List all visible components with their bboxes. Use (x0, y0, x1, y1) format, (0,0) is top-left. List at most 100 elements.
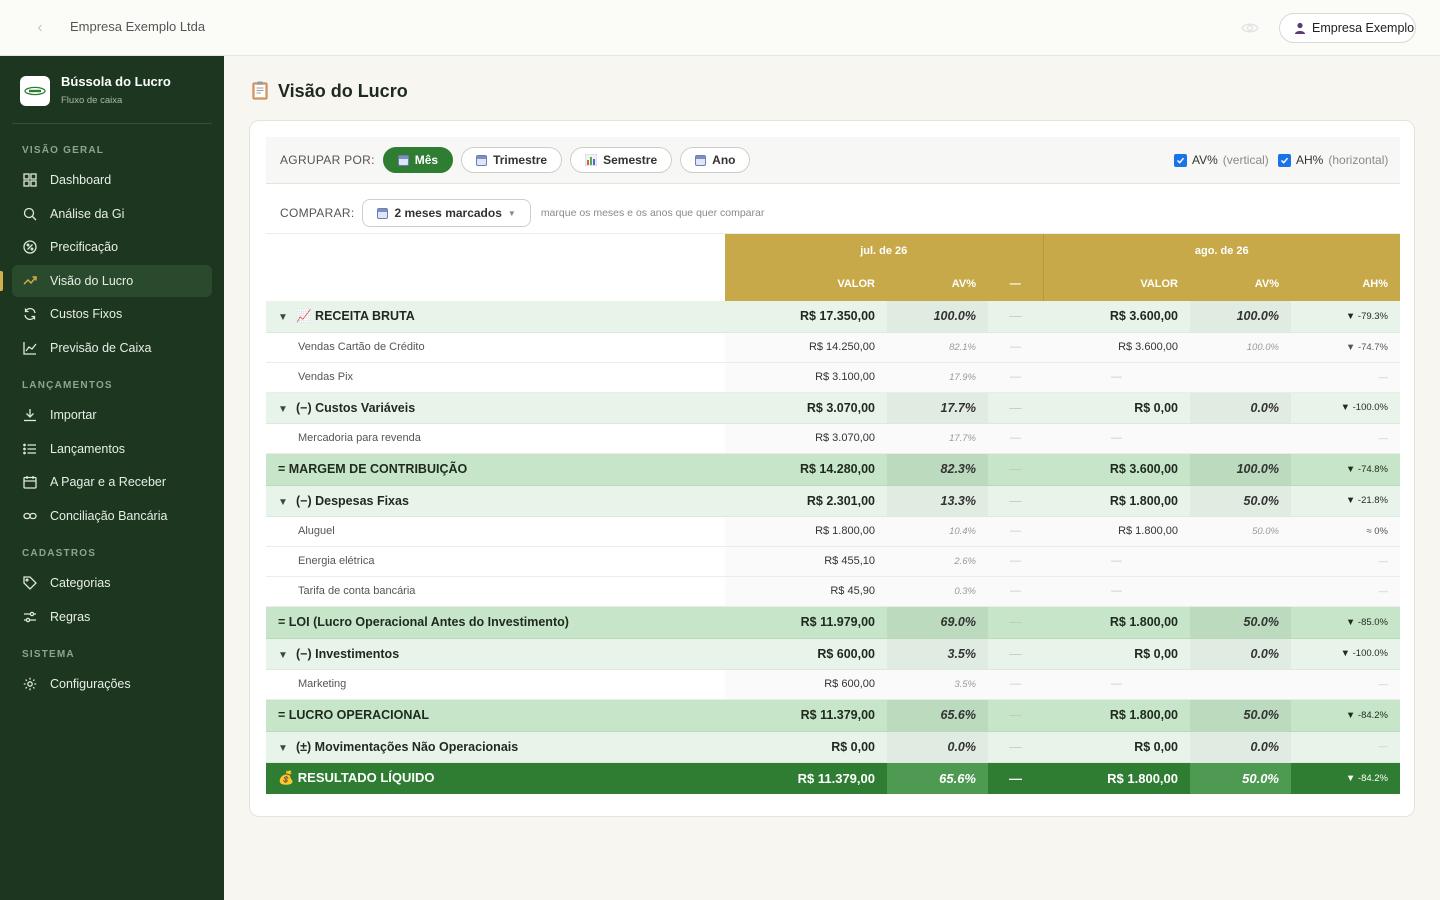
dash-cell: — (988, 669, 1043, 700)
value-cell: R$ 3.100,00 (725, 362, 887, 393)
sidebar: Bússola do Lucro Fluxo de caixa VISÃO GE… (0, 56, 224, 900)
group-row[interactable]: ▼ (−) Custos Variáveis R$ 3.070,00 17.7% — R$… (266, 392, 1401, 424)
ah-checkbox[interactable]: AH% (horizontal) (1278, 153, 1388, 167)
value-cell: R$ 17.350,00 (725, 301, 887, 333)
sidebar-item-pagar-receber[interactable]: A Pagar e a Receber (12, 466, 212, 498)
sidebar-item-importar[interactable]: Importar (12, 399, 212, 431)
av-cell: 65.6% (887, 699, 988, 732)
col-av: AV% (887, 267, 988, 301)
av-cell: 100.0% (1190, 301, 1291, 333)
ah-cell: ▼ -74.7% (1291, 332, 1401, 363)
table-row: Tarifa de conta bancária R$ 45,90 0.3% — — — (266, 576, 1401, 607)
av-checkbox[interactable]: AV% (vertical) (1174, 153, 1269, 167)
sidebar-item-configuracoes[interactable]: Configurações (12, 668, 212, 700)
row-label-cell: Tarifa de conta bancária (266, 576, 725, 607)
group-option-mes[interactable]: Mês (382, 147, 454, 173)
value-cell: R$ 3.600,00 (1043, 332, 1190, 363)
user-menu-button[interactable]: Empresa Exemplo (1279, 13, 1416, 43)
profit-table: jul. de 26 ago. de 26 VALOR AV% — VALOR … (266, 234, 1401, 794)
sidebar-item-precificacao[interactable]: Precificação (12, 231, 212, 263)
sidebar-item-custos-fixos[interactable]: Custos Fixos (12, 298, 212, 330)
chevron-down-icon: ▼ (507, 208, 516, 218)
av-cell: 13.3% (887, 485, 988, 517)
caret-down-icon[interactable]: ▼ (278, 743, 290, 754)
av-cell (1190, 546, 1291, 577)
dash-cell: — (988, 699, 1043, 732)
caret-down-icon[interactable]: ▼ (278, 497, 290, 508)
value-cell: — (1043, 576, 1190, 607)
value-cell: R$ 14.280,00 (725, 453, 887, 486)
av-cell: 3.5% (887, 669, 988, 700)
caret-down-icon[interactable]: ▼ (278, 312, 290, 323)
ah-cell: ▼ -100.0% (1291, 392, 1401, 424)
calendar-icon (22, 474, 38, 490)
sidebar-item-label: Previsão de Caixa (50, 341, 152, 355)
value-cell: R$ 3.600,00 (1043, 453, 1190, 486)
sidebar-item-regras[interactable]: Regras (12, 601, 212, 633)
ah-cell: ▼ -21.8% (1291, 485, 1401, 517)
value-cell: — (1043, 423, 1190, 454)
group-option-trimestre[interactable]: Trimestre (461, 147, 563, 173)
brand: Bússola do Lucro Fluxo de caixa (20, 74, 171, 106)
av-cell: 2.6% (887, 546, 988, 577)
group-option-semestre[interactable]: Semestre (570, 147, 673, 173)
table-row: Vendas Pix R$ 3.100,00 17.9% — — — (266, 362, 1401, 393)
sidebar-item-categorias[interactable]: Categorias (12, 567, 212, 599)
checkbox-checked-icon (1278, 153, 1291, 167)
refresh-icon (22, 306, 38, 322)
back-arrow-icon[interactable]: ‹ (30, 18, 50, 38)
clipboard-icon (250, 80, 270, 103)
blank-header (266, 267, 725, 301)
value-cell: R$ 0,00 (725, 731, 887, 763)
dash-cell: — (988, 546, 1043, 577)
col-av: AV% (1190, 267, 1291, 301)
ah-cell: ▼ -79.3% (1291, 301, 1401, 333)
sidebar-item-previsao[interactable]: Previsão de Caixa (12, 332, 212, 364)
sidebar-item-label: Análise da Gi (50, 207, 125, 221)
av-cell: 3.5% (887, 638, 988, 670)
av-cell: 17.7% (887, 423, 988, 454)
sidebar-item-conciliacao[interactable]: Conciliação Bancária (12, 500, 212, 532)
ah-cell: — (1291, 546, 1401, 577)
sidebar-item-label: Regras (50, 610, 91, 624)
row-label-cell: Vendas Pix (266, 362, 725, 393)
av-cell: 100.0% (887, 301, 988, 333)
sidebar-item-dashboard[interactable]: Dashboard (12, 164, 212, 196)
sidebar-item-analise[interactable]: Análise da Gi (12, 198, 212, 230)
calendar-icon (377, 207, 389, 219)
caret-down-icon[interactable]: ▼ (278, 404, 290, 415)
value-cell: R$ 1.800,00 (1043, 762, 1190, 794)
row-label: = MARGEM DE CONTRIBUIÇÃO (278, 462, 468, 476)
row-label-cell: 💰 RESULTADO LÍQUIDO (266, 762, 725, 794)
group-row[interactable]: ▼ 📈 RECEITA BRUTA R$ 17.350,00 100.0% — R$ 3.… (266, 301, 1401, 333)
av-cell: 100.0% (1190, 332, 1291, 363)
ah-sublabel: (horizontal) (1328, 153, 1389, 167)
group-row[interactable]: ▼ (±) Movimentações Não Operacionais R$ 0,… (266, 731, 1401, 763)
percent-icon (22, 239, 38, 255)
sidebar-item-visao-lucro[interactable]: Visão do Lucro (0, 265, 212, 297)
av-cell: 0.3% (887, 576, 988, 607)
divider (12, 123, 212, 124)
group-row[interactable]: ▼ (−) Investimentos R$ 600,00 3.5% — R$ 0,00 0… (266, 638, 1401, 670)
checkbox-checked-icon (1174, 153, 1187, 167)
group-option-label: Semestre (603, 153, 658, 167)
caret-down-icon[interactable]: ▼ (278, 650, 290, 661)
group-option-ano[interactable]: Ano (680, 147, 751, 173)
subtotal-row: = LUCRO OPERACIONAL R$ 11.379,00 65.6% — R$ … (266, 699, 1401, 732)
row-label: Energia elétrica (298, 555, 375, 567)
table-row: Aluguel R$ 1.800,00 10.4% — R$ 1.800,00 50.0%… (266, 516, 1401, 547)
ah-cell: ▼ -84.2% (1291, 699, 1401, 732)
value-cell: — (1043, 546, 1190, 577)
sidebar-item-lancamentos[interactable]: Lançamentos (12, 433, 212, 465)
row-label: (±) Movimentações Não Operacionais (296, 739, 519, 754)
ah-cell: ≈ 0% (1291, 516, 1401, 547)
row-label: Vendas Cartão de Crédito (298, 341, 425, 353)
av-cell: 69.0% (887, 606, 988, 639)
row-label-cell: ▼ (±) Movimentações Não Operacionais (266, 731, 725, 763)
compare-dropdown[interactable]: 2 meses marcados ▼ (362, 199, 531, 227)
calendar-icon (476, 154, 488, 166)
table-row: Vendas Cartão de Crédito R$ 14.250,00 82.1… (266, 332, 1401, 363)
dash-cell: — (988, 485, 1043, 517)
eye-icon[interactable] (1240, 18, 1260, 38)
group-row[interactable]: ▼ (−) Despesas Fixas R$ 2.301,00 13.3% — R$ 1… (266, 485, 1401, 517)
